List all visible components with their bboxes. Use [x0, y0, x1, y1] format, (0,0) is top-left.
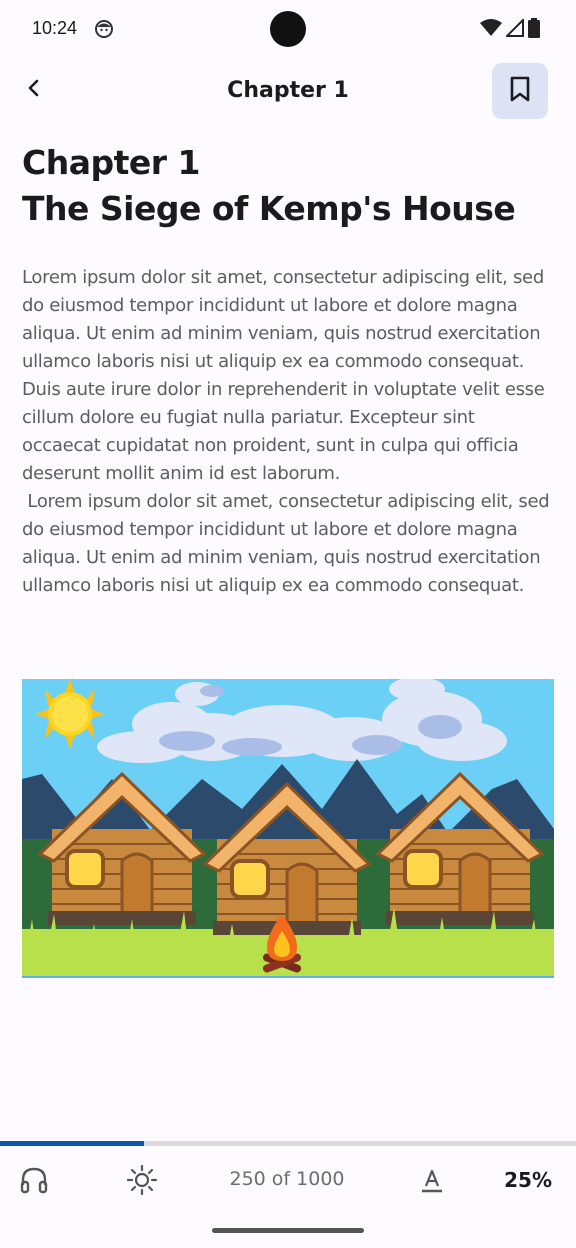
progress-percent: 25%	[504, 1168, 552, 1192]
top-app-bar: Chapter 1	[0, 58, 576, 124]
wifi-icon	[480, 19, 502, 41]
brightness-icon[interactable]	[126, 1164, 158, 1196]
battery-icon	[528, 18, 540, 42]
bookmark-button[interactable]	[492, 63, 548, 119]
notification-face-icon	[94, 19, 114, 43]
text-format-icon[interactable]	[416, 1164, 448, 1196]
gesture-navigation-bar[interactable]	[212, 1228, 364, 1233]
status-icons	[480, 17, 540, 42]
status-bar: 10:24	[0, 0, 576, 58]
status-time: 10:24	[32, 18, 78, 38]
reader-bottom-bar: 250 of 1000 25%	[0, 1146, 576, 1216]
page-title: Chapter 1	[227, 78, 349, 103]
chapter-illustration	[22, 679, 554, 978]
chapter-text: Lorem ipsum dolor sit amet, consectetur …	[22, 267, 550, 596]
signal-icon	[504, 17, 524, 41]
headphones-icon[interactable]	[18, 1164, 50, 1196]
chapter-heading: Chapter 1 The Siege of Kemp's House	[22, 143, 516, 228]
camera-cutout	[270, 11, 306, 47]
bookmark-icon	[509, 76, 531, 106]
page-count: 250 of 1000	[229, 1168, 345, 1190]
